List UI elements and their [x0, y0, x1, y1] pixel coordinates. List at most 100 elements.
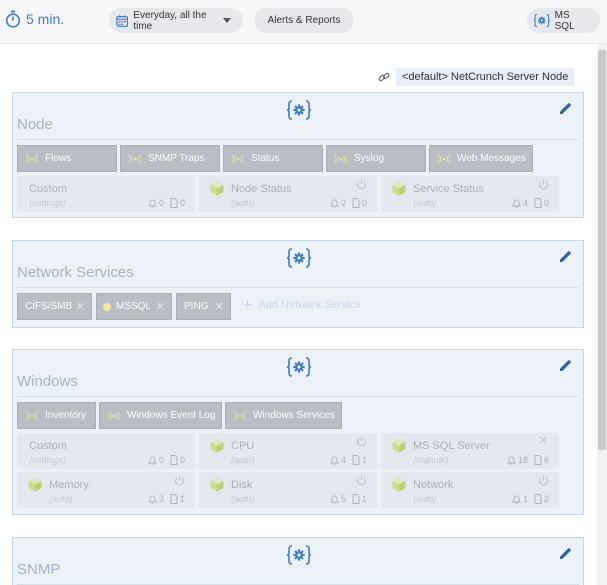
report-count: 1: [361, 455, 367, 465]
link-icon: [378, 72, 390, 82]
tile-subtitle: (settings): [29, 198, 67, 208]
report-count: 2: [543, 494, 549, 504]
monitor-button-windows-event-log[interactable]: Windows Event Log: [99, 402, 222, 429]
chevron-down-icon: [223, 18, 231, 23]
monitoring-pack-tile[interactable]: Custom (settings) 0 0: [17, 433, 195, 469]
button-label: SNMP Traps: [148, 153, 205, 164]
monitoring-pack-tile[interactable]: Disk (auto) 5 1: [199, 472, 377, 508]
stopwatch-icon: [5, 10, 21, 28]
chip-label: MSSQL: [116, 301, 152, 312]
add-network-service-button[interactable]: + Add Network Service: [243, 296, 362, 314]
network-service-chip-mssql[interactable]: MSSQL ✕: [96, 293, 172, 320]
button-label: Windows Services: [253, 410, 335, 421]
plus-icon: +: [243, 296, 253, 314]
divider: [17, 396, 579, 397]
alert-count: 1: [522, 494, 528, 504]
power-icon[interactable]: [174, 475, 185, 486]
document-icon: [352, 455, 360, 465]
power-icon[interactable]: [356, 179, 367, 190]
tile-name: Disk: [231, 479, 253, 491]
wave-icon: [234, 411, 246, 421]
monitor-button-flows[interactable]: Flows: [17, 145, 117, 172]
alert-count: 0: [158, 198, 164, 208]
bell-icon: [330, 455, 339, 465]
network-service-chip-ping[interactable]: PING ✕: [176, 293, 231, 320]
gear-braces-icon[interactable]: [286, 247, 312, 269]
tile-counts: 0 0: [148, 198, 185, 208]
gear-braces-icon[interactable]: [286, 356, 312, 378]
tile-counts: 2 0: [330, 198, 367, 208]
calendar-icon: [116, 14, 129, 27]
gear-braces-icon[interactable]: [286, 544, 312, 566]
monitoring-pack-tile[interactable]: MS SQL Server (manual) ✕ 18 6: [381, 433, 559, 469]
server-name: <default> NetCrunch Server Node: [396, 68, 575, 86]
cube-icon: [28, 477, 42, 492]
monitor-button-inventory[interactable]: Inventory: [17, 402, 96, 429]
power-icon[interactable]: [356, 436, 367, 447]
alert-count: 0: [158, 455, 164, 465]
document-icon: [534, 455, 542, 465]
tile-subtitle: (auto): [413, 494, 437, 504]
cube-icon: [392, 181, 406, 196]
divider: [17, 287, 579, 288]
monitor-button-snmp-traps[interactable]: SNMP Traps: [120, 145, 220, 172]
monitor-button-status[interactable]: Status: [223, 145, 323, 172]
wave-icon: [26, 154, 38, 164]
status-dot-icon: [103, 302, 111, 311]
toolbar: 5 min. Everyday, all the time Alerts & R…: [0, 0, 607, 44]
database-button[interactable]: MS SQL: [527, 8, 600, 33]
monitoring-pack-tile[interactable]: Network (auto) 1 2: [381, 472, 559, 508]
bell-icon: [330, 494, 339, 504]
button-label: Windows Event Log: [127, 410, 216, 421]
monitoring-pack-tile[interactable]: Node Status (auto) 2 0: [199, 176, 377, 212]
alert-count: 2: [340, 198, 346, 208]
close-icon[interactable]: ✕: [215, 300, 224, 313]
button-label: Inventory: [45, 410, 87, 421]
tile-counts: 4 0: [512, 198, 549, 208]
chip-label: PING: [184, 301, 209, 312]
bell-icon: [512, 198, 521, 208]
section-title: Network Services: [17, 264, 134, 281]
report-count: 0: [361, 198, 367, 208]
pencil-icon[interactable]: [559, 250, 572, 263]
network-service-chip-cifs[interactable]: CIFS/SMB ✕: [17, 293, 92, 320]
monitoring-pack-tile[interactable]: Custom (settings) 0 0: [17, 176, 195, 212]
gear-braces-icon[interactable]: [286, 99, 312, 121]
pencil-icon[interactable]: [559, 359, 572, 372]
pencil-icon[interactable]: [559, 102, 572, 115]
section-title: Windows: [17, 373, 78, 390]
document-icon: [352, 494, 360, 504]
monitor-button-windows-services[interactable]: Windows Services: [225, 402, 342, 429]
monitoring-pack-tile[interactable]: CPU (auto) 4 1: [199, 433, 377, 469]
close-icon[interactable]: ✕: [156, 300, 165, 313]
wave-icon: [438, 154, 450, 164]
alert-count: 4: [340, 455, 346, 465]
power-icon[interactable]: [538, 179, 549, 190]
document-icon: [170, 198, 178, 208]
tile-counts: 4 1: [330, 455, 367, 465]
monitoring-pack-tile[interactable]: Service Status (auto) 4 0: [381, 176, 559, 212]
bell-icon: [507, 455, 516, 465]
interval-selector[interactable]: 5 min.: [5, 10, 64, 28]
pencil-icon[interactable]: [559, 547, 572, 560]
cube-icon: [392, 477, 406, 492]
server-link[interactable]: <default> NetCrunch Server Node: [378, 68, 575, 86]
add-label: Add Network Service: [258, 299, 362, 311]
alerts-reports-button[interactable]: Alerts & Reports: [254, 8, 354, 33]
tile-name: Service Status: [413, 183, 484, 195]
tile-subtitle: (auto): [231, 455, 255, 465]
close-icon[interactable]: ✕: [76, 300, 85, 313]
report-count: 6: [543, 455, 549, 465]
scrollbar-thumb[interactable]: [598, 50, 606, 450]
document-icon: [534, 494, 542, 504]
monitor-button-syslog[interactable]: Syslog: [326, 145, 426, 172]
tile-name: Memory: [49, 479, 89, 491]
tile-counts: 18 6: [507, 455, 549, 465]
monitor-button-web-messages[interactable]: Web Messages: [429, 145, 533, 172]
power-icon[interactable]: [356, 475, 367, 486]
button-label: Status: [251, 153, 280, 164]
close-icon[interactable]: ✕: [538, 436, 549, 447]
power-icon[interactable]: [538, 475, 549, 486]
schedule-dropdown[interactable]: Everyday, all the time: [109, 8, 243, 33]
monitoring-pack-tile[interactable]: Memory (auto) 3 1: [17, 472, 195, 508]
